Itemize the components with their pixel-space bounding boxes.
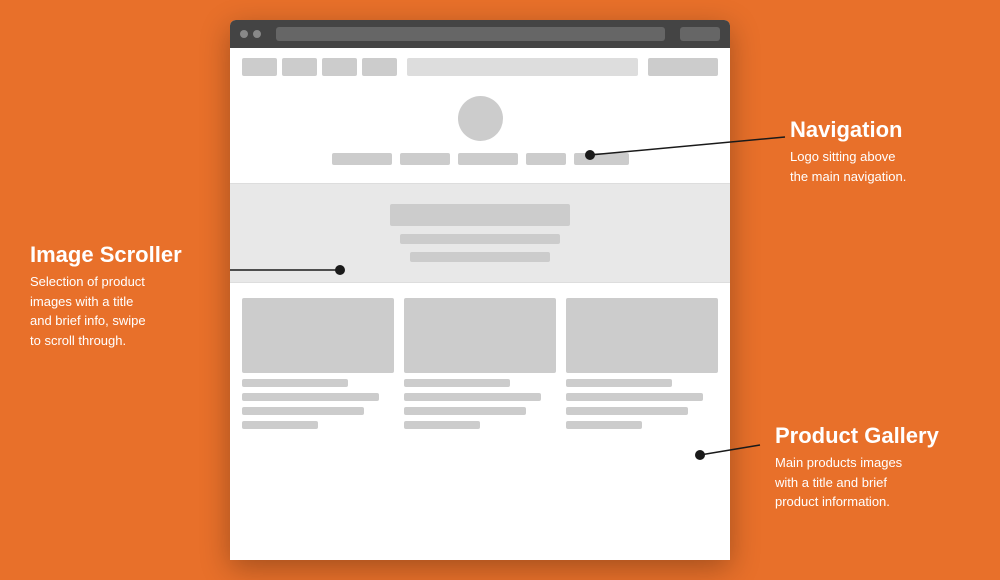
nav-tab-3 — [322, 58, 357, 76]
logo-area — [242, 84, 718, 173]
scroller-text-1 — [400, 234, 560, 244]
browser-chrome — [230, 20, 730, 48]
scroller-section — [230, 183, 730, 283]
annotation-scroller-title: Image Scroller — [30, 242, 182, 268]
annotation-navigation: Navigation Logo sitting abovethe main na… — [790, 117, 906, 186]
nav-link-5 — [574, 153, 629, 165]
nav-tab-2 — [282, 58, 317, 76]
nav-top-bar — [242, 58, 718, 76]
nav-action-btn — [648, 58, 718, 76]
nav-link-2 — [400, 153, 450, 165]
scroller-inner — [242, 204, 718, 262]
gallery-desc-1a — [242, 393, 379, 401]
gallery-item-2 — [404, 298, 556, 429]
gallery-title-3 — [566, 379, 672, 387]
nav-link-4 — [526, 153, 566, 165]
logo-circle — [458, 96, 503, 141]
browser-mockup — [230, 20, 730, 560]
browser-dot-2 — [253, 30, 261, 38]
gallery-desc-1b — [242, 407, 364, 415]
gallery-title-2 — [404, 379, 510, 387]
annotation-product-gallery: Product Gallery Main products imageswith… — [775, 423, 939, 512]
annotation-gallery-desc: Main products imageswith a title and bri… — [775, 453, 939, 512]
annotation-scroller-desc: Selection of productimages with a titlea… — [30, 272, 182, 350]
gallery-desc-3b — [566, 407, 688, 415]
gallery-item-1 — [242, 298, 394, 429]
gallery-desc-2a — [404, 393, 541, 401]
gallery-desc-2b — [404, 407, 526, 415]
nav-link-1 — [332, 153, 392, 165]
gallery-grid — [242, 298, 718, 429]
gallery-section — [230, 283, 730, 444]
gallery-image-2 — [404, 298, 556, 373]
nav-tab-4 — [362, 58, 397, 76]
annotation-navigation-title: Navigation — [790, 117, 906, 143]
browser-dot-1 — [240, 30, 248, 38]
gallery-title-1 — [242, 379, 348, 387]
gallery-desc-1c — [242, 421, 318, 429]
nav-link-3 — [458, 153, 518, 165]
browser-address-bar — [276, 27, 665, 41]
scroller-text-2 — [410, 252, 550, 262]
nav-tab-1 — [242, 58, 277, 76]
annotation-image-scroller: Image Scroller Selection of productimage… — [30, 242, 182, 350]
gallery-desc-2c — [404, 421, 480, 429]
browser-btn-right — [680, 27, 720, 41]
nav-section — [230, 48, 730, 183]
gallery-image-3 — [566, 298, 718, 373]
gallery-image-1 — [242, 298, 394, 373]
gallery-desc-3c — [566, 421, 642, 429]
annotation-gallery-title: Product Gallery — [775, 423, 939, 449]
gallery-desc-3a — [566, 393, 703, 401]
annotation-navigation-desc: Logo sitting abovethe main navigation. — [790, 147, 906, 186]
nav-links — [332, 153, 629, 165]
nav-search-bar — [407, 58, 638, 76]
browser-content — [230, 48, 730, 444]
gallery-item-3 — [566, 298, 718, 429]
scroller-title-bar — [390, 204, 570, 226]
